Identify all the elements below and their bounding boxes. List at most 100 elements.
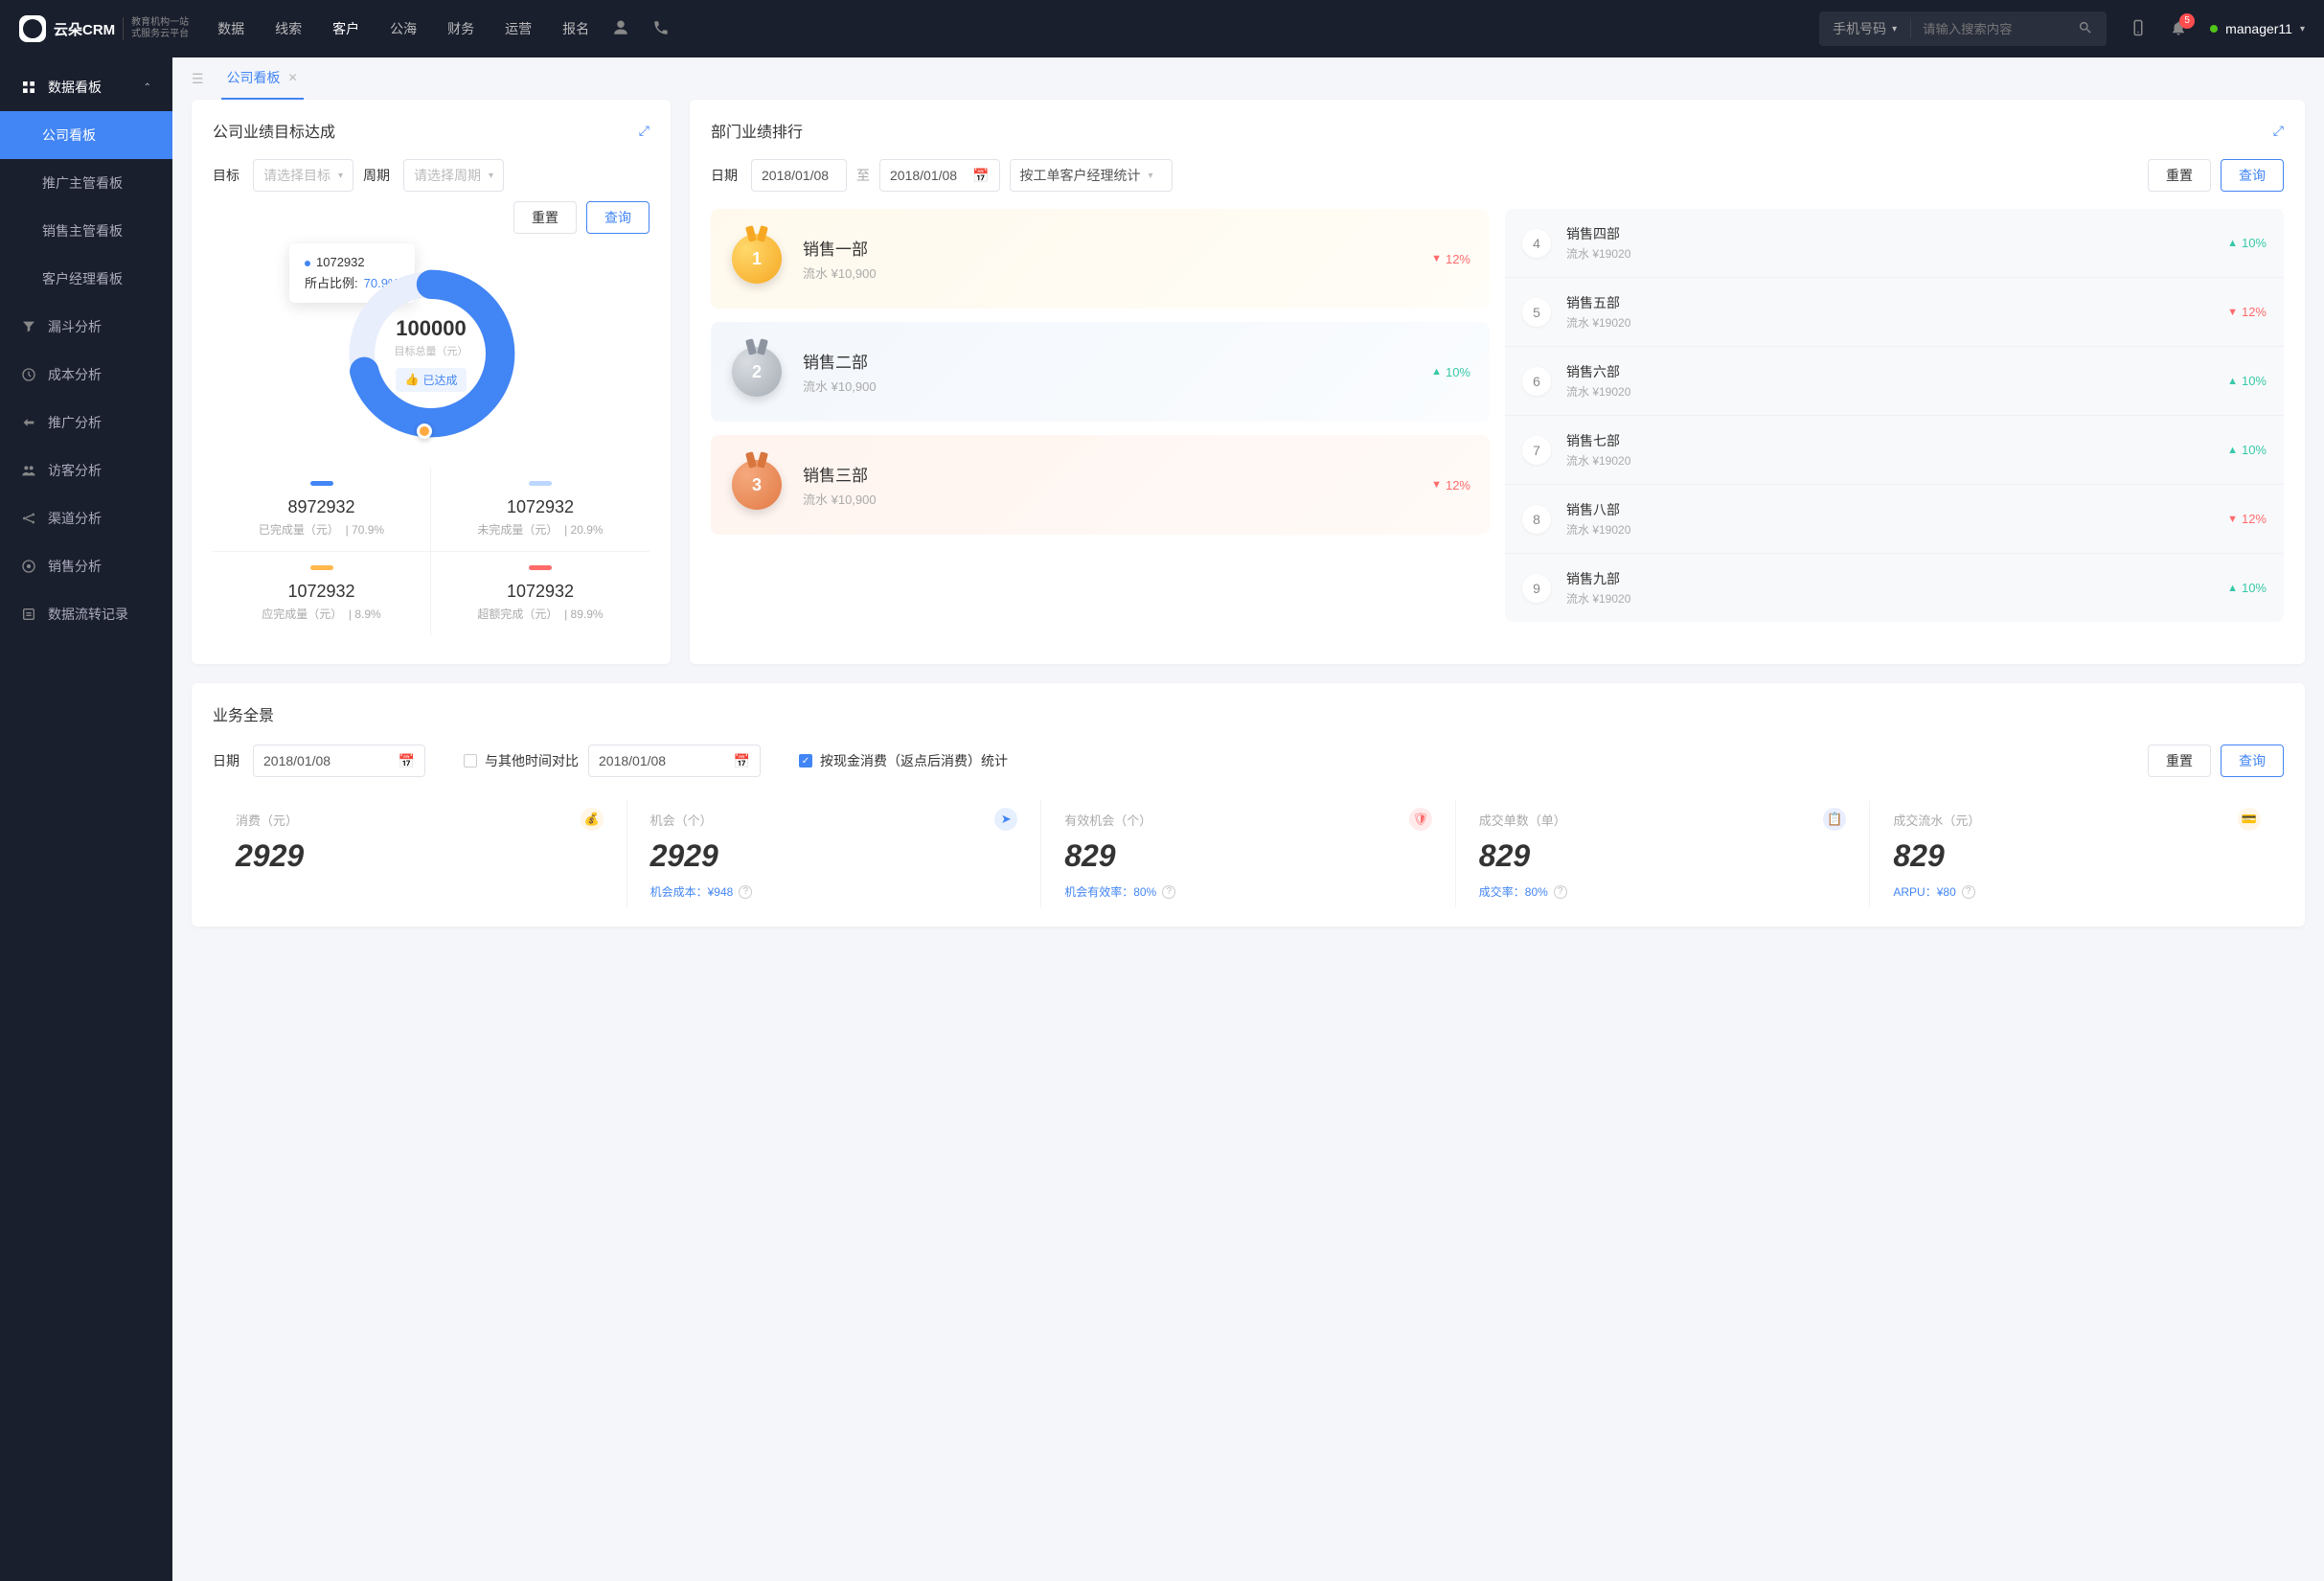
rank-name: 销售六部	[1566, 362, 1630, 381]
stat-bar	[310, 481, 333, 486]
rank-row[interactable]: 4 销售四部 流水 ¥19020 ▲10%	[1505, 209, 2284, 278]
rank-row[interactable]: 6 销售六部 流水 ¥19020 ▲10%	[1505, 347, 2284, 416]
search-category[interactable]: 手机号码▾	[1819, 19, 1911, 38]
rank-row[interactable]: 7 销售七部 流水 ¥19020 ▲10%	[1505, 416, 2284, 485]
user-menu[interactable]: manager11 ▾	[2210, 21, 2305, 36]
search-icon[interactable]	[2064, 20, 2107, 38]
phone-icon[interactable]	[652, 19, 670, 39]
rank-date-to[interactable]: 2018/01/08📅	[879, 159, 1000, 192]
goal-query-button[interactable]: 查询	[586, 201, 649, 234]
logo-icon	[19, 15, 46, 42]
compare-checkbox[interactable]	[464, 754, 477, 768]
stat-item: 1072932 应完成量（元） | 8.9%	[213, 552, 431, 635]
trend-badge: ▼12%	[2227, 512, 2267, 526]
select-stats-by[interactable]: 按工单客户经理统计▾	[1010, 159, 1173, 192]
hamburger-icon[interactable]: ☰	[192, 71, 204, 87]
search-input[interactable]	[1911, 22, 2064, 36]
rank-query-button[interactable]: 查询	[2221, 159, 2284, 192]
select-period[interactable]: 请选择周期▾	[403, 159, 504, 192]
rank-row[interactable]: 8 销售八部 流水 ¥19020 ▼12%	[1505, 485, 2284, 554]
sidebar-cost[interactable]: 成本分析	[0, 351, 172, 399]
metric-item: 成交单数（单） 📋 829 成交率：80% ?	[1456, 800, 1871, 907]
calendar-icon: 📅	[972, 168, 989, 184]
sidebar-sales-board[interactable]: 销售主管看板	[0, 207, 172, 255]
trend-badge: ▲10%	[2227, 236, 2267, 250]
stat-item: 1072932 未完成量（元） | 20.9%	[431, 468, 649, 552]
goal-reset-button[interactable]: 重置	[513, 201, 577, 234]
stat-num: 1072932	[213, 582, 430, 602]
bell-icon[interactable]: 5	[2170, 19, 2187, 39]
select-goal[interactable]: 请选择目标▾	[253, 159, 353, 192]
rank-sub: 流水 ¥19020	[1566, 245, 1630, 262]
rank-row[interactable]: 5 销售五部 流水 ¥19020 ▼12%	[1505, 278, 2284, 347]
sidebar-manager-board[interactable]: 客户经理看板	[0, 255, 172, 303]
sidebar-visitor[interactable]: 访客分析	[0, 447, 172, 494]
rank-num: 8	[1522, 505, 1551, 534]
rank-num: 4	[1522, 229, 1551, 258]
help-icon[interactable]: ?	[1962, 885, 1975, 899]
chevron-up-icon: ⌃	[144, 82, 151, 93]
device-icon[interactable]	[2130, 19, 2147, 39]
help-icon[interactable]: ?	[739, 885, 752, 899]
expand-icon[interactable]: ⤢	[2273, 123, 2284, 139]
expand-icon[interactable]: ⤢	[639, 123, 649, 139]
nav-finance[interactable]: 财务	[447, 19, 474, 38]
podium-item[interactable]: 2 销售二部 流水 ¥10,900 ▲10%	[711, 322, 1490, 422]
podium-name: 销售一部	[803, 236, 877, 260]
sidebar-promo[interactable]: 推广分析	[0, 399, 172, 447]
logo[interactable]: 云朵CRM 教育机构一站 式服务云平台	[19, 15, 189, 42]
nav-signup[interactable]: 报名	[562, 19, 589, 38]
trend-badge: ▲10%	[2227, 374, 2267, 388]
metric-value: 2929	[236, 838, 604, 874]
rank-sub: 流水 ¥19020	[1566, 314, 1630, 331]
nav-data[interactable]: 数据	[217, 19, 244, 38]
sidebar-promo-board[interactable]: 推广主管看板	[0, 159, 172, 207]
metric-item: 消费（元） 💰 2929	[213, 800, 627, 907]
status-dot	[2210, 25, 2218, 33]
sidebar-funnel[interactable]: 漏斗分析	[0, 303, 172, 351]
overview-query-button[interactable]: 查询	[2221, 745, 2284, 777]
podium-sub: 流水 ¥10,900	[803, 264, 877, 282]
metric-icon: 💳	[2238, 808, 2261, 831]
nav-pool[interactable]: 公海	[390, 19, 417, 38]
help-icon[interactable]: ?	[1554, 885, 1567, 899]
help-icon[interactable]: ?	[1162, 885, 1175, 899]
rank-card: 部门业绩排行 ⤢ 日期 2018/01/08 至 2018/01/08📅 按工单…	[690, 100, 2305, 664]
metric-item: 有效机会（个） 🛡 829 机会有效率：80% ?	[1041, 800, 1456, 907]
overview-card: 业务全景 日期 2018/01/08📅 与其他时间对比 2018/01/08📅 …	[192, 683, 2305, 927]
sidebar-company-board[interactable]: 公司看板	[0, 111, 172, 159]
rank-num: 7	[1522, 436, 1551, 465]
cash-checkbox[interactable]: ✓	[799, 754, 812, 768]
nav-leads[interactable]: 线索	[275, 19, 302, 38]
metric-value: 2929	[650, 838, 1018, 874]
rank-row[interactable]: 9 销售九部 流水 ¥19020 ▲10%	[1505, 554, 2284, 622]
user-icon[interactable]	[612, 19, 629, 39]
stat-num: 8972932	[213, 497, 430, 517]
rank-reset-button[interactable]: 重置	[2148, 159, 2211, 192]
top-nav: 云朵CRM 教育机构一站 式服务云平台 数据 线索 客户 公海 财务 运营 报名…	[0, 0, 2324, 57]
overview-reset-button[interactable]: 重置	[2148, 745, 2211, 777]
metric-label: 消费（元）	[236, 811, 298, 829]
rank-name: 销售四部	[1566, 224, 1630, 243]
rank-date-from[interactable]: 2018/01/08	[751, 159, 847, 192]
tab-company-board[interactable]: 公司看板 ✕	[221, 57, 304, 100]
tabs: ☰ 公司看板 ✕	[192, 57, 2305, 100]
overview-date1[interactable]: 2018/01/08📅	[253, 745, 425, 777]
nav-customers[interactable]: 客户	[332, 19, 359, 38]
donut-handle[interactable]	[417, 424, 432, 439]
podium-item[interactable]: 1 销售一部 流水 ¥10,900 ▼12%	[711, 209, 1490, 309]
medal-icon: 2	[730, 345, 784, 399]
lbl-period: 周期	[363, 166, 390, 185]
donut-total: 100000	[396, 316, 466, 341]
sidebar-channel[interactable]: 渠道分析	[0, 494, 172, 542]
stat-label: 未完成量（元） | 20.9%	[431, 521, 649, 538]
donut-chart[interactable]: 100000 目标总量（元） 👍 已达成	[340, 263, 522, 445]
nav-ops[interactable]: 运营	[505, 19, 532, 38]
sidebar-sales[interactable]: 销售分析	[0, 542, 172, 590]
overview-date2[interactable]: 2018/01/08📅	[588, 745, 761, 777]
metric-icon: 📋	[1823, 808, 1846, 831]
podium-item[interactable]: 3 销售三部 流水 ¥10,900 ▼12%	[711, 435, 1490, 535]
sidebar-header-dashboard[interactable]: 数据看板 ⌃	[0, 63, 172, 111]
close-icon[interactable]: ✕	[288, 71, 298, 84]
sidebar-flow[interactable]: 数据流转记录	[0, 590, 172, 638]
